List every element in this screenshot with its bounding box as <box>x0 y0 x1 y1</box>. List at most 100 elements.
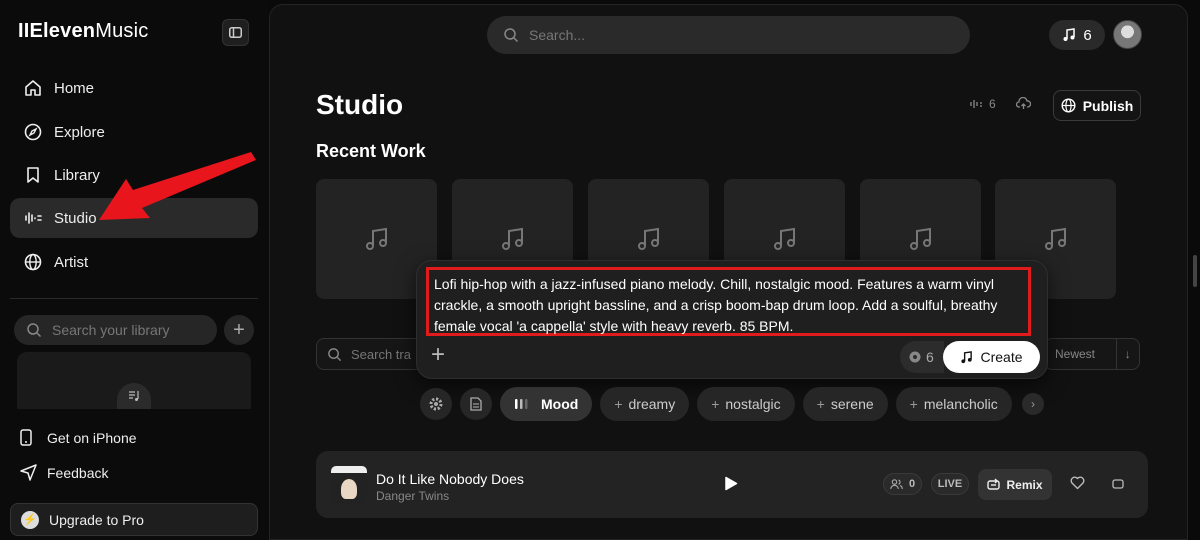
plus-icon: + <box>711 396 720 412</box>
lyrics-button[interactable] <box>460 388 492 420</box>
upgrade-to-pro-button[interactable]: ⚡ Upgrade to Pro <box>10 503 258 536</box>
plus-icon: + <box>431 341 446 368</box>
play-icon <box>725 476 738 491</box>
create-label: Create <box>980 349 1023 365</box>
user-avatar[interactable] <box>1113 20 1142 49</box>
mood-chip[interactable]: Mood <box>500 387 593 421</box>
credit-cost: 6 <box>900 341 944 373</box>
live-badge: LIVE <box>931 473 969 495</box>
recent-work-title: Recent Work <box>316 141 426 161</box>
tracks-filter-placeholder: Search tra <box>351 346 411 362</box>
credits-button[interactable]: 6 <box>1049 20 1105 50</box>
sidebar-item-studio[interactable]: Studio <box>10 198 258 238</box>
sidebar-item-library[interactable]: Library <box>10 155 258 195</box>
library-card[interactable] <box>17 352 251 409</box>
publish-label: Publish <box>1082 97 1134 114</box>
sort-label: Newest <box>1055 347 1096 361</box>
mood-label: Mood <box>541 396 579 412</box>
sidebar: IIElevenMusic Home Explore Library Studi… <box>0 0 268 540</box>
tracks-count-button[interactable]: 6 <box>970 97 996 111</box>
sidebar-item-label: Studio <box>54 209 97 227</box>
users-icon <box>890 478 903 489</box>
mood-chip-dreamy[interactable]: + dreamy <box>600 387 690 421</box>
sidebar-item-artist[interactable]: Artist <box>10 242 258 282</box>
mood-chip-serene[interactable]: + serene <box>802 387 888 421</box>
page-title: Studio <box>316 89 404 120</box>
track-more-button[interactable] <box>1112 477 1124 495</box>
sidebar-toggle-icon <box>229 27 242 38</box>
music-note-icon <box>1063 28 1076 41</box>
more-icon <box>1112 479 1124 489</box>
style-chips: Mood + dreamy + nostalgic + serene + melanch… <box>420 387 1020 421</box>
prompt-textarea[interactable]: Lofi hip-hop with a jazz-infused piano m… <box>426 267 1031 336</box>
sort-direction-icon[interactable]: ↓ <box>1117 347 1139 361</box>
get-on-iphone-link[interactable]: Get on iPhone <box>20 429 137 446</box>
credits-count: 6 <box>1083 26 1092 44</box>
cloud-upload-icon <box>1015 96 1032 109</box>
sidebar-item-label: Artist <box>54 253 89 271</box>
tracks-count: 6 <box>989 97 996 111</box>
add-attachment-button[interactable]: + <box>431 343 445 367</box>
global-search-placeholder: Search... <box>529 27 586 43</box>
publish-button[interactable]: Publish <box>1053 90 1141 121</box>
gear-icon <box>429 397 443 411</box>
create-button[interactable]: Create <box>943 341 1040 373</box>
play-button[interactable] <box>724 476 738 496</box>
chevron-right-icon: › <box>1031 397 1035 411</box>
main-panel: Search... 6 Studio 6 Publish Recent Work… <box>269 4 1188 540</box>
music-note-icon <box>637 227 659 250</box>
library-search-input[interactable]: Search your library <box>14 315 217 345</box>
feedback-label: Feedback <box>47 464 109 481</box>
music-note-icon <box>960 350 973 364</box>
mood-chip-melancholic[interactable]: + melancholic <box>895 387 1012 421</box>
scrollbar[interactable] <box>1193 255 1197 287</box>
prompt-composer: Lofi hip-hop with a jazz-infused piano m… <box>416 260 1048 379</box>
app-logo[interactable]: IIElevenMusic <box>18 20 148 43</box>
remix-button[interactable]: Remix <box>978 469 1052 500</box>
upload-button[interactable] <box>1015 96 1032 115</box>
music-note-icon <box>129 391 139 401</box>
mood-chip-nostalgic[interactable]: + nostalgic <box>697 387 795 421</box>
add-to-library-button[interactable]: + <box>224 315 254 345</box>
home-icon <box>22 77 44 99</box>
globe-icon <box>22 251 44 273</box>
phone-icon <box>20 429 38 446</box>
sidebar-item-label: Explore <box>54 123 105 141</box>
track-row[interactable]: Do It Like Nobody Does Danger Twins 0 LI… <box>316 451 1148 518</box>
library-item-avatar <box>117 383 151 409</box>
upgrade-label: Upgrade to Pro <box>49 511 144 528</box>
music-note-icon <box>365 227 387 250</box>
get-on-iphone-label: Get on iPhone <box>47 429 137 446</box>
search-icon <box>27 323 42 338</box>
chip-label: dreamy <box>628 396 676 412</box>
remix-icon <box>987 478 1001 491</box>
levels-icon <box>515 399 528 409</box>
music-note-icon <box>909 227 931 250</box>
like-button[interactable] <box>1070 476 1085 495</box>
music-note-icon <box>1044 227 1066 250</box>
waveform-icon <box>970 100 982 108</box>
sidebar-item-explore[interactable]: Explore <box>10 112 258 152</box>
credit-cost-value: 6 <box>926 349 934 365</box>
sidebar-item-home[interactable]: Home <box>10 68 258 108</box>
tracks-filter-input[interactable]: Search tra <box>316 338 426 370</box>
track-title[interactable]: Do It Like Nobody Does <box>376 471 524 487</box>
listeners-badge: 0 <box>883 473 922 495</box>
chips-next-button[interactable]: › <box>1022 393 1044 415</box>
plus-icon: + <box>614 396 623 412</box>
plus-icon: + <box>233 318 245 341</box>
globe-icon <box>1061 98 1076 113</box>
feedback-link[interactable]: Feedback <box>20 464 108 481</box>
search-icon <box>328 347 342 361</box>
send-icon <box>20 464 38 481</box>
sidebar-toggle-button[interactable] <box>222 19 249 46</box>
credit-icon <box>909 351 921 363</box>
track-artist[interactable]: Danger Twins <box>376 489 449 503</box>
settings-button[interactable] <box>420 388 452 420</box>
track-cover <box>331 466 367 504</box>
global-search-input[interactable]: Search... <box>487 16 970 54</box>
music-note-icon <box>773 227 795 250</box>
sort-dropdown[interactable]: Newest ↓ <box>1044 338 1140 370</box>
search-icon <box>504 28 519 43</box>
bookmark-icon <box>22 164 44 186</box>
